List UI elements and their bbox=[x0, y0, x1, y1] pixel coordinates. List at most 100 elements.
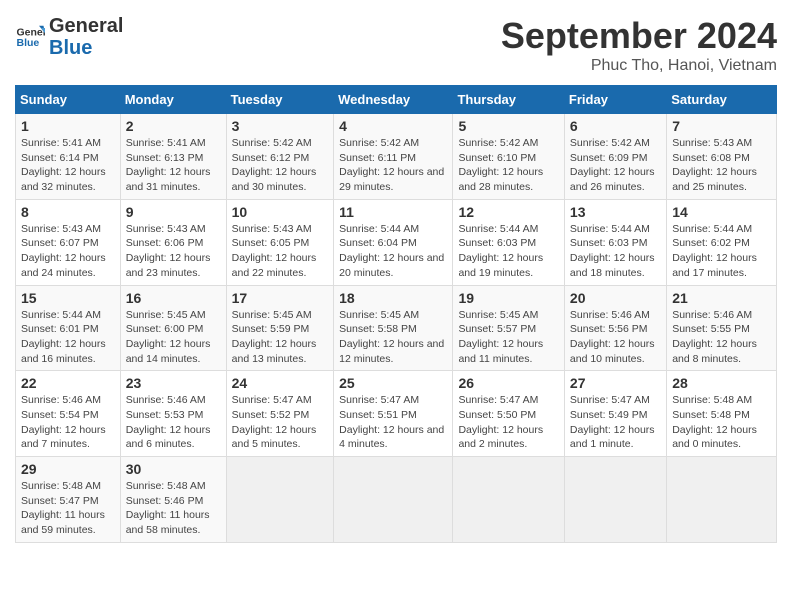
header-thursday: Thursday bbox=[453, 86, 564, 114]
calendar-cell: 2Sunrise: 5:41 AMSunset: 6:13 PMDaylight… bbox=[120, 114, 226, 200]
day-number: 11 bbox=[339, 204, 447, 220]
day-number: 26 bbox=[458, 375, 558, 391]
calendar-cell bbox=[226, 457, 334, 543]
day-number: 7 bbox=[672, 118, 771, 134]
day-info: Sunrise: 5:45 AMSunset: 5:58 PMDaylight:… bbox=[339, 308, 447, 367]
header-friday: Friday bbox=[564, 86, 666, 114]
day-info: Sunrise: 5:45 AMSunset: 5:59 PMDaylight:… bbox=[232, 308, 329, 367]
day-info: Sunrise: 5:43 AMSunset: 6:05 PMDaylight:… bbox=[232, 222, 329, 281]
calendar-cell: 23 Sunrise: 5:46 AMSunset: 5:53 PMDayligh… bbox=[120, 371, 226, 457]
week-row-3: 15Sunrise: 5:44 AMSunset: 6:01 PMDayligh… bbox=[16, 285, 777, 371]
day-info: Sunrise: 5:44 AMSunset: 6:03 PMDaylight:… bbox=[570, 222, 661, 281]
day-number: 12 bbox=[458, 204, 558, 220]
day-info: Sunrise: 5:43 AMSunset: 6:06 PMDaylight:… bbox=[126, 222, 221, 281]
day-info: Sunrise: 5:47 AMSunset: 5:50 PMDaylight:… bbox=[458, 393, 558, 452]
calendar-cell: 17 Sunrise: 5:45 AMSunset: 5:59 PMDayligh… bbox=[226, 285, 334, 371]
day-number: 22 bbox=[21, 375, 115, 391]
day-number: 21 bbox=[672, 290, 771, 306]
header-sunday: Sunday bbox=[16, 86, 121, 114]
logo-general: General bbox=[49, 15, 123, 37]
calendar-cell: 27Sunrise: 5:47 AMSunset: 5:49 PMDayligh… bbox=[564, 371, 666, 457]
calendar-cell: 11 Sunrise: 5:44 AMSunset: 6:04 PMDayligh… bbox=[334, 199, 453, 285]
calendar-cell: 16 Sunrise: 5:45 AMSunset: 6:00 PMDayligh… bbox=[120, 285, 226, 371]
calendar-table: SundayMondayTuesdayWednesdayThursdayFrid… bbox=[15, 85, 777, 543]
logo-blue: Blue bbox=[49, 37, 123, 59]
day-number: 10 bbox=[232, 204, 329, 220]
day-number: 5 bbox=[458, 118, 558, 134]
day-number: 14 bbox=[672, 204, 771, 220]
logo-text: General Blue bbox=[49, 15, 123, 59]
calendar-cell: 28 Sunrise: 5:48 AMSunset: 5:48 PMDayligh… bbox=[667, 371, 777, 457]
page-header: General Blue General Blue September 2024… bbox=[15, 15, 777, 75]
calendar-cell: 15Sunrise: 5:44 AMSunset: 6:01 PMDayligh… bbox=[16, 285, 121, 371]
day-number: 8 bbox=[21, 204, 115, 220]
day-info: Sunrise: 5:44 AMSunset: 6:02 PMDaylight:… bbox=[672, 222, 771, 281]
calendar-cell: 3 Sunrise: 5:42 AMSunset: 6:12 PMDaylight… bbox=[226, 114, 334, 200]
day-info: Sunrise: 5:42 AMSunset: 6:10 PMDaylight:… bbox=[458, 136, 558, 195]
calendar-cell: 9 Sunrise: 5:43 AMSunset: 6:06 PMDaylight… bbox=[120, 199, 226, 285]
day-number: 9 bbox=[126, 204, 221, 220]
calendar-cell bbox=[667, 457, 777, 543]
day-number: 23 bbox=[126, 375, 221, 391]
month-title: September 2024 bbox=[501, 15, 777, 57]
day-info: Sunrise: 5:45 AMSunset: 5:57 PMDaylight:… bbox=[458, 308, 558, 367]
calendar-header-row: SundayMondayTuesdayWednesdayThursdayFrid… bbox=[16, 86, 777, 114]
day-info: Sunrise: 5:44 AMSunset: 6:04 PMDaylight:… bbox=[339, 222, 447, 281]
title-block: September 2024 Phuc Tho, Hanoi, Vietnam bbox=[501, 15, 777, 75]
calendar-cell: 24Sunrise: 5:47 AMSunset: 5:52 PMDayligh… bbox=[226, 371, 334, 457]
calendar-cell: 7Sunrise: 5:43 AMSunset: 6:08 PMDaylight… bbox=[667, 114, 777, 200]
calendar-cell: 4Sunrise: 5:42 AMSunset: 6:11 PMDaylight… bbox=[334, 114, 453, 200]
day-info: Sunrise: 5:48 AMSunset: 5:47 PMDaylight:… bbox=[21, 479, 115, 538]
calendar-cell: 12Sunrise: 5:44 AMSunset: 6:03 PMDayligh… bbox=[453, 199, 564, 285]
day-number: 24 bbox=[232, 375, 329, 391]
calendar-cell: 29 Sunrise: 5:48 AMSunset: 5:47 PMDayligh… bbox=[16, 457, 121, 543]
day-number: 1 bbox=[21, 118, 115, 134]
calendar-cell: 10 Sunrise: 5:43 AMSunset: 6:05 PMDayligh… bbox=[226, 199, 334, 285]
day-number: 28 bbox=[672, 375, 771, 391]
week-row-5: 29 Sunrise: 5:48 AMSunset: 5:47 PMDayligh… bbox=[16, 457, 777, 543]
day-info: Sunrise: 5:41 AMSunset: 6:14 PMDaylight:… bbox=[21, 136, 115, 195]
day-info: Sunrise: 5:42 AMSunset: 6:09 PMDaylight:… bbox=[570, 136, 661, 195]
calendar-cell: 19 Sunrise: 5:45 AMSunset: 5:57 PMDayligh… bbox=[453, 285, 564, 371]
header-saturday: Saturday bbox=[667, 86, 777, 114]
day-number: 29 bbox=[21, 461, 115, 477]
calendar-cell: 20 Sunrise: 5:46 AMSunset: 5:56 PMDayligh… bbox=[564, 285, 666, 371]
day-info: Sunrise: 5:41 AMSunset: 6:13 PMDaylight:… bbox=[126, 136, 221, 195]
calendar-cell bbox=[453, 457, 564, 543]
logo-icon: General Blue bbox=[15, 22, 45, 52]
day-number: 17 bbox=[232, 290, 329, 306]
logo: General Blue General Blue bbox=[15, 15, 123, 59]
calendar-cell: 22 Sunrise: 5:46 AMSunset: 5:54 PMDayligh… bbox=[16, 371, 121, 457]
calendar-cell: 8 Sunrise: 5:43 AMSunset: 6:07 PMDaylight… bbox=[16, 199, 121, 285]
header-tuesday: Tuesday bbox=[226, 86, 334, 114]
day-number: 3 bbox=[232, 118, 329, 134]
calendar-cell: 25 Sunrise: 5:47 AMSunset: 5:51 PMDayligh… bbox=[334, 371, 453, 457]
day-number: 6 bbox=[570, 118, 661, 134]
header-monday: Monday bbox=[120, 86, 226, 114]
calendar-cell: 30Sunrise: 5:48 AMSunset: 5:46 PMDayligh… bbox=[120, 457, 226, 543]
location: Phuc Tho, Hanoi, Vietnam bbox=[501, 57, 777, 75]
day-info: Sunrise: 5:46 AMSunset: 5:53 PMDaylight:… bbox=[126, 393, 221, 452]
calendar-cell: 5 Sunrise: 5:42 AMSunset: 6:10 PMDaylight… bbox=[453, 114, 564, 200]
day-info: Sunrise: 5:46 AMSunset: 5:55 PMDaylight:… bbox=[672, 308, 771, 367]
week-row-2: 8 Sunrise: 5:43 AMSunset: 6:07 PMDaylight… bbox=[16, 199, 777, 285]
day-number: 16 bbox=[126, 290, 221, 306]
day-info: Sunrise: 5:46 AMSunset: 5:54 PMDaylight:… bbox=[21, 393, 115, 452]
day-number: 13 bbox=[570, 204, 661, 220]
day-info: Sunrise: 5:47 AMSunset: 5:51 PMDaylight:… bbox=[339, 393, 447, 452]
day-number: 25 bbox=[339, 375, 447, 391]
day-number: 19 bbox=[458, 290, 558, 306]
day-number: 4 bbox=[339, 118, 447, 134]
day-info: Sunrise: 5:45 AMSunset: 6:00 PMDaylight:… bbox=[126, 308, 221, 367]
svg-text:Blue: Blue bbox=[17, 37, 40, 49]
calendar-cell bbox=[334, 457, 453, 543]
day-number: 20 bbox=[570, 290, 661, 306]
day-info: Sunrise: 5:44 AMSunset: 6:01 PMDaylight:… bbox=[21, 308, 115, 367]
day-number: 30 bbox=[126, 461, 221, 477]
calendar-cell: 13 Sunrise: 5:44 AMSunset: 6:03 PMDayligh… bbox=[564, 199, 666, 285]
day-info: Sunrise: 5:46 AMSunset: 5:56 PMDaylight:… bbox=[570, 308, 661, 367]
day-info: Sunrise: 5:42 AMSunset: 6:12 PMDaylight:… bbox=[232, 136, 329, 195]
day-info: Sunrise: 5:43 AMSunset: 6:07 PMDaylight:… bbox=[21, 222, 115, 281]
day-info: Sunrise: 5:48 AMSunset: 5:48 PMDaylight:… bbox=[672, 393, 771, 452]
day-info: Sunrise: 5:47 AMSunset: 5:49 PMDaylight:… bbox=[570, 393, 661, 452]
